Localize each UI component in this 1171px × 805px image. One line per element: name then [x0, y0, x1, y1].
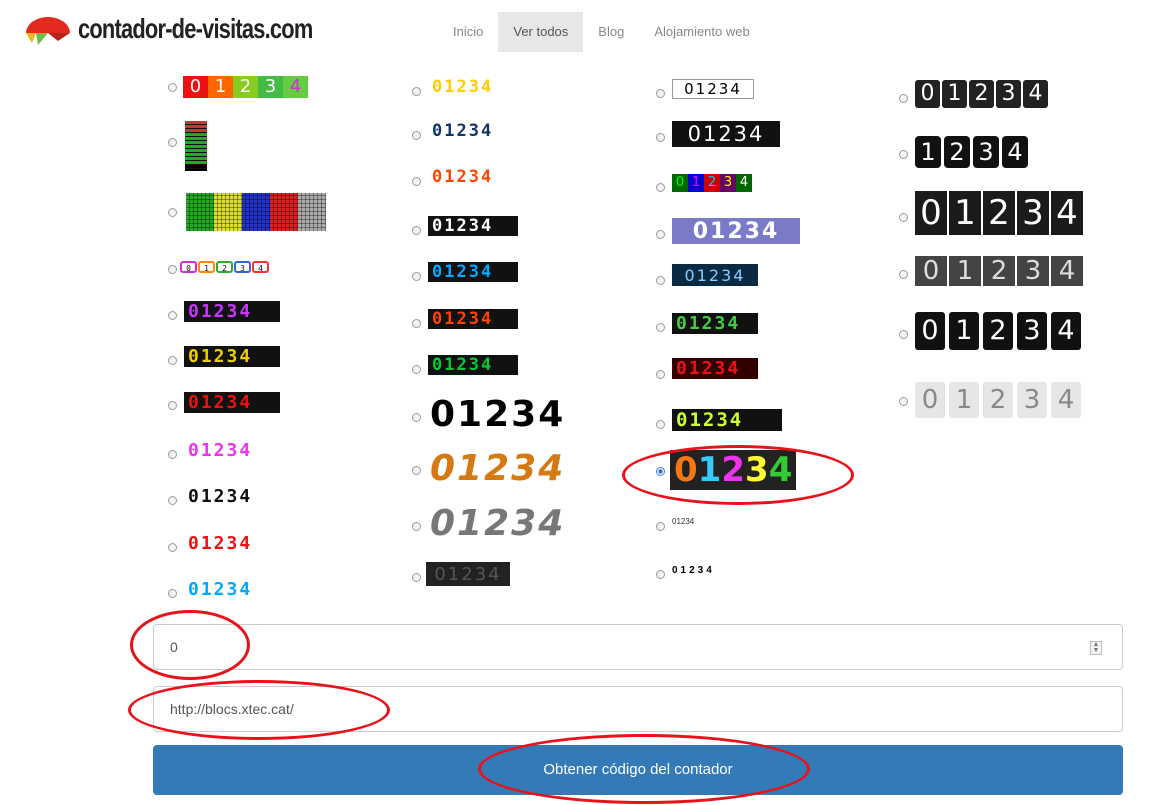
- style-radio[interactable]: [899, 270, 908, 279]
- style-radio[interactable]: [656, 276, 665, 285]
- style-radio[interactable]: [899, 150, 908, 159]
- style-radio[interactable]: [168, 311, 177, 320]
- url-input[interactable]: http://blocs.xtec.cat/: [153, 686, 1123, 732]
- counter-style-preview[interactable]: 01234: [915, 80, 1050, 108]
- style-radio[interactable]: [412, 226, 421, 235]
- style-radio[interactable]: [168, 356, 177, 365]
- style-radio[interactable]: [412, 573, 421, 582]
- style-radio[interactable]: [656, 570, 665, 579]
- counter-style-preview[interactable]: 01234: [428, 167, 518, 187]
- counter-style-preview[interactable]: 01234: [672, 313, 758, 334]
- nav-alojamiento-web[interactable]: Alojamiento web: [639, 12, 764, 52]
- style-radio[interactable]: [168, 208, 177, 217]
- counter-style-preview[interactable]: 01234: [672, 264, 758, 286]
- counter-style-preview[interactable]: 01234: [430, 448, 565, 489]
- style-radio[interactable]: [656, 230, 665, 239]
- counter-style-preview[interactable]: 01234: [430, 394, 565, 435]
- spinner-icon[interactable]: ▲ ▼: [1090, 641, 1102, 655]
- counter-style-preview[interactable]: 01234: [672, 174, 752, 192]
- counter-style-preview[interactable]: 01234: [184, 301, 280, 322]
- counter-style-preview[interactable]: 01234: [184, 392, 280, 413]
- style-radio[interactable]: [656, 133, 665, 142]
- counter-style-preview[interactable]: 01234: [180, 261, 270, 273]
- style-radio[interactable]: [168, 138, 177, 147]
- counter-style-preview[interactable]: 01234: [672, 409, 782, 431]
- counter-style-preview[interactable]: 01234: [915, 312, 1085, 350]
- counter-style-preview[interactable]: 01234: [184, 486, 280, 507]
- counter-style-preview[interactable]: 01234: [672, 358, 758, 379]
- style-radio[interactable]: [899, 397, 908, 406]
- counter-style-preview[interactable]: 01234: [428, 309, 518, 329]
- counter-style-preview[interactable]: 01234: [672, 79, 754, 99]
- counter-style-preview[interactable]: [185, 121, 207, 171]
- counter-style-preview[interactable]: [186, 193, 326, 231]
- counter-style-preview[interactable]: 01234: [428, 355, 518, 375]
- brand-logo-icon: [24, 11, 72, 47]
- counter-style-preview[interactable]: 01234: [915, 382, 1085, 418]
- counter-style-preview[interactable]: 01234: [672, 121, 780, 147]
- style-radio[interactable]: [168, 401, 177, 410]
- style-radio[interactable]: [899, 330, 908, 339]
- counter-style-preview[interactable]: 01234: [184, 533, 280, 554]
- counter-style-preview[interactable]: 01234: [183, 76, 308, 98]
- counter-style-preview[interactable]: 01234: [672, 517, 694, 526]
- get-counter-code-button[interactable]: Obtener código del contador: [153, 745, 1123, 795]
- style-radio[interactable]: [168, 265, 177, 274]
- style-radio[interactable]: [899, 213, 908, 222]
- style-radio[interactable]: [412, 365, 421, 374]
- style-radio[interactable]: [412, 272, 421, 281]
- nav-ver-todos[interactable]: Ver todos: [498, 12, 584, 52]
- style-radio[interactable]: [168, 589, 177, 598]
- style-radio[interactable]: [412, 177, 421, 186]
- counter-style-preview[interactable]: 01234: [915, 191, 1085, 235]
- navbar: contador-de-visitas.com Inicio Ver todos…: [0, 0, 1171, 62]
- counter-style-preview[interactable]: 01234: [430, 503, 565, 544]
- counter-style-preview[interactable]: 01234: [672, 218, 800, 244]
- counter-style-preview[interactable]: 01234: [184, 440, 280, 461]
- style-radio[interactable]: [899, 94, 908, 103]
- counter-style-preview[interactable]: 01234: [428, 121, 518, 141]
- counter-style-preview[interactable]: 1234: [915, 136, 1031, 168]
- brand-name: contador-de-visitas.com: [78, 13, 313, 44]
- style-radio[interactable]: [656, 89, 665, 98]
- counter-style-preview[interactable]: 01234: [672, 565, 715, 576]
- url-text: http://blocs.xtec.cat/: [170, 701, 294, 717]
- style-radio[interactable]: [656, 420, 665, 429]
- style-radio[interactable]: [656, 323, 665, 332]
- nav-blog[interactable]: Blog: [583, 12, 639, 52]
- nav-inicio[interactable]: Inicio: [438, 12, 498, 52]
- style-radio[interactable]: [412, 131, 421, 140]
- main-nav: Inicio Ver todos Blog Alojamiento web: [438, 12, 765, 52]
- style-radio[interactable]: [412, 466, 421, 475]
- style-radio[interactable]: [656, 183, 665, 192]
- style-radio[interactable]: [168, 450, 177, 459]
- style-radio[interactable]: [412, 87, 421, 96]
- style-radio[interactable]: [412, 413, 421, 422]
- counter-style-preview[interactable]: 01234: [184, 579, 280, 600]
- brand-link[interactable]: contador-de-visitas.com: [24, 6, 379, 52]
- counter-style-preview[interactable]: 01234: [428, 216, 518, 236]
- counter-style-preview[interactable]: 01234: [184, 346, 280, 367]
- style-radio[interactable]: [168, 496, 177, 505]
- style-radio[interactable]: [168, 83, 177, 92]
- counter-style-preview[interactable]: 01234: [915, 256, 1085, 286]
- style-radio[interactable]: [656, 467, 665, 476]
- start-value-text: 0: [170, 639, 178, 655]
- counter-style-preview[interactable]: 01234: [426, 562, 510, 586]
- counter-style-preview[interactable]: 01234: [428, 262, 518, 282]
- counter-style-preview[interactable]: 01234: [670, 450, 797, 490]
- start-value-input[interactable]: 0 ▲ ▼: [153, 624, 1123, 670]
- counter-style-preview[interactable]: 01234: [428, 77, 518, 97]
- style-radio[interactable]: [412, 319, 421, 328]
- style-radio[interactable]: [656, 522, 665, 531]
- style-radio[interactable]: [656, 370, 665, 379]
- style-radio[interactable]: [412, 522, 421, 531]
- style-radio[interactable]: [168, 543, 177, 552]
